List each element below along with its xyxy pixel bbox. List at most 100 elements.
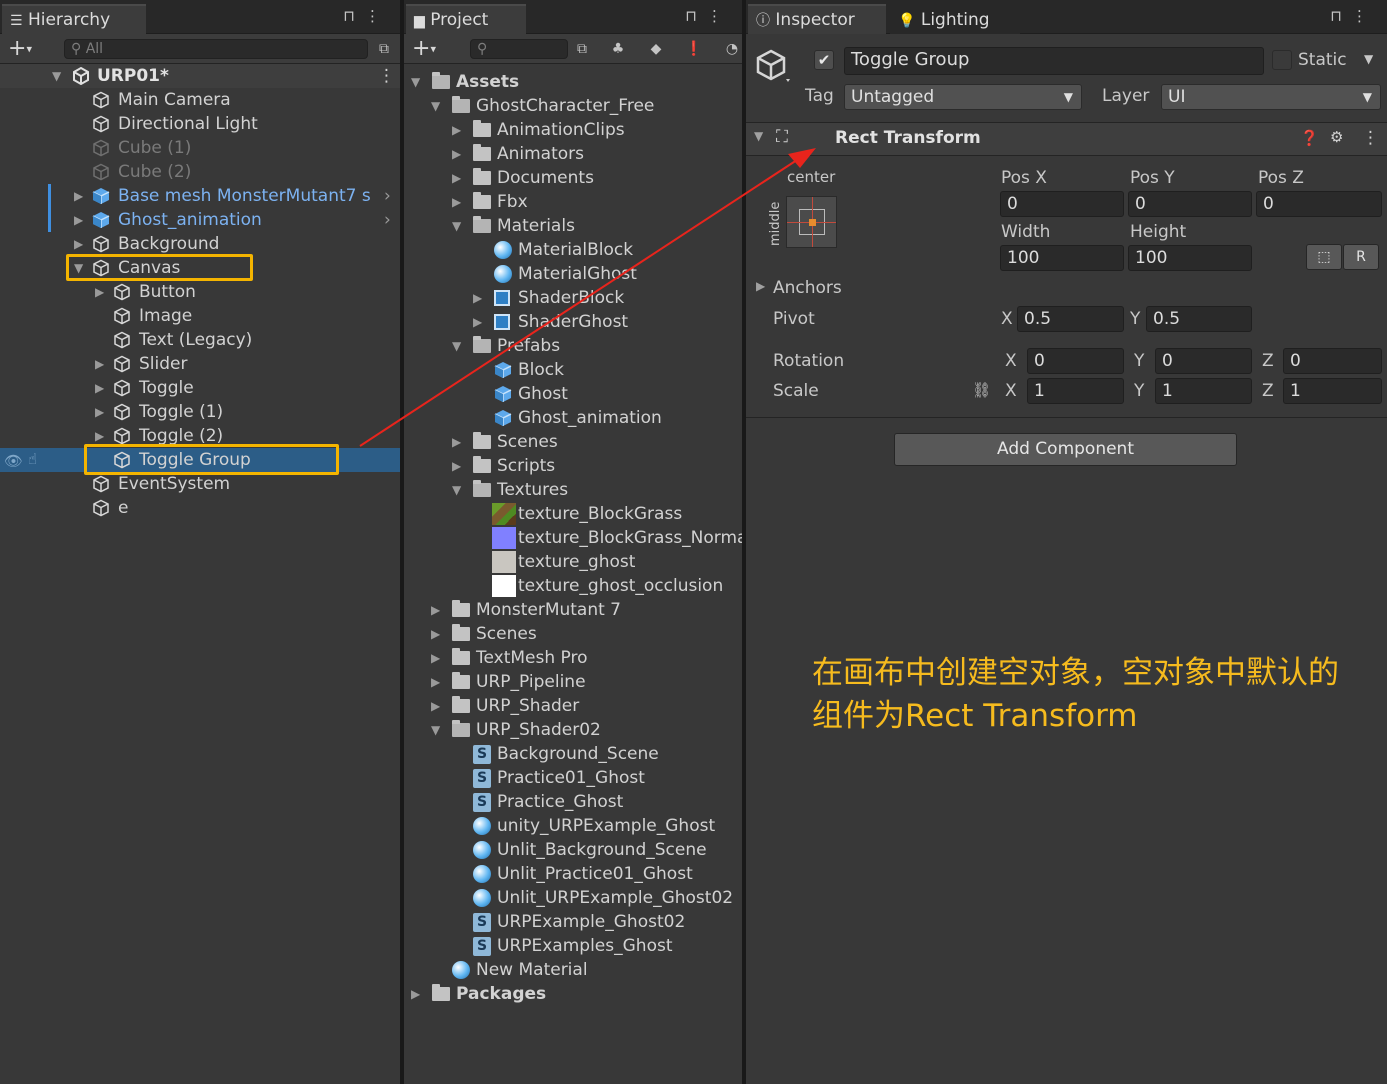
project-item[interactable]: ▼ Prefabs [404, 334, 742, 358]
anchor-preset-button[interactable] [786, 196, 837, 248]
pivot-x-field[interactable]: 0.5 [1017, 306, 1124, 332]
collapse-arrow-icon[interactable]: ▶ [452, 166, 461, 190]
component-menu-icon[interactable]: ⋮ [1362, 128, 1379, 148]
presets-icon[interactable]: ⚙ [1330, 128, 1343, 146]
collapse-arrow-icon[interactable]: ▶ [473, 310, 482, 334]
project-item[interactable]: S Practice01_Ghost [404, 766, 742, 790]
project-item[interactable]: ▼ URP_Shader02 [404, 718, 742, 742]
project-item[interactable]: ▼ Assets [404, 70, 742, 94]
pivot-y-field[interactable]: 0.5 [1146, 306, 1252, 332]
project-item[interactable]: ▶ URP_Pipeline [404, 670, 742, 694]
project-item[interactable]: ▶ Scenes [404, 622, 742, 646]
anchors-expand-icon[interactable]: ▶ [756, 279, 765, 293]
filter-label-icon[interactable]: ◆ [644, 38, 668, 60]
raw-edit-button[interactable]: R [1343, 244, 1379, 270]
active-checkbox[interactable]: ✔ [814, 50, 834, 70]
project-search-input[interactable]: ⚲ [470, 39, 568, 59]
hierarchy-item[interactable]: Directional Light [0, 112, 400, 136]
hierarchy-item[interactable]: ▶ Button [0, 280, 400, 304]
project-item[interactable]: ▶ MonsterMutant 7 [404, 598, 742, 622]
expand-arrow-icon[interactable]: ▼ [452, 478, 461, 502]
tab-hierarchy[interactable]: ☰ Hierarchy [2, 4, 146, 34]
project-item[interactable]: MaterialBlock [404, 238, 742, 262]
static-checkbox[interactable] [1272, 50, 1292, 70]
hierarchy-item[interactable]: ▶ Base mesh MonsterMutant7 s › [0, 184, 400, 208]
scale-y-field[interactable]: 1 [1155, 378, 1252, 404]
rotation-y-field[interactable]: 0 [1155, 348, 1252, 374]
project-item[interactable]: ▶ Scenes [404, 430, 742, 454]
blueprint-mode-button[interactable]: ⬚ [1306, 244, 1342, 270]
project-item[interactable]: ▶ ShaderBlock [404, 286, 742, 310]
hierarchy-item[interactable]: Cube (1) [0, 136, 400, 160]
collapse-arrow-icon[interactable]: ▶ [431, 646, 440, 670]
collapse-arrow-icon[interactable]: ▶ [431, 694, 440, 718]
hidden-packages-icon[interactable]: ◔ [720, 38, 742, 60]
hierarchy-item[interactable]: Image [0, 304, 400, 328]
project-item[interactable]: New Material [404, 958, 742, 982]
project-item[interactable]: S URPExamples_Ghost [404, 934, 742, 958]
hierarchy-item[interactable]: ▶ Toggle (1) [0, 400, 400, 424]
project-item[interactable]: Unlit_Background_Scene [404, 838, 742, 862]
hierarchy-item[interactable]: ▶ Slider [0, 352, 400, 376]
project-item[interactable]: Unlit_Practice01_Ghost [404, 862, 742, 886]
project-item[interactable]: texture_BlockGrass_Norma [404, 526, 742, 550]
static-dropdown-icon[interactable]: ▼ [1364, 52, 1373, 66]
project-item[interactable]: ▼ Materials [404, 214, 742, 238]
project-item[interactable]: texture_ghost_occlusion [404, 574, 742, 598]
anchors-label[interactable]: Anchors [773, 278, 842, 298]
rotation-z-field[interactable]: 0 [1283, 348, 1382, 374]
tag-dropdown[interactable]: Untagged ▼ [844, 84, 1082, 110]
open-prefab-chevron-icon[interactable]: › [384, 184, 391, 208]
tab-project[interactable]: ▆ Project [406, 4, 526, 34]
layer-dropdown[interactable]: UI ▼ [1161, 84, 1381, 110]
project-item[interactable]: MaterialGhost [404, 262, 742, 286]
search-window-icon[interactable]: ⧉ [570, 38, 594, 60]
kebab-menu-icon[interactable]: ⋮ [365, 7, 390, 25]
create-button[interactable]: +▾ [8, 36, 32, 61]
posx-field[interactable]: 0 [1000, 191, 1124, 217]
hierarchy-item[interactable]: ▶ Background [0, 232, 400, 256]
collapse-arrow-icon[interactable]: ▶ [95, 352, 104, 376]
collapse-arrow-icon[interactable]: ▶ [95, 400, 104, 424]
collapse-arrow-icon[interactable]: ▶ [431, 622, 440, 646]
rect-transform-header[interactable]: ▼ ⛶ Rect Transform ❓ ⚙ ⋮ [746, 123, 1387, 155]
scale-x-field[interactable]: 1 [1027, 378, 1124, 404]
scene-row[interactable]: ▼ URP01* ⋮ [0, 64, 400, 88]
project-tab-icons[interactable]: ⊓⋮ [685, 7, 732, 25]
project-item[interactable]: ▼ GhostCharacter_Free [404, 94, 742, 118]
collapse-arrow-icon[interactable]: ▶ [452, 190, 461, 214]
project-item[interactable]: ▶ ShaderGhost [404, 310, 742, 334]
project-item[interactable]: texture_ghost [404, 550, 742, 574]
warning-icon[interactable]: ❗ [682, 38, 706, 60]
expand-arrow-icon[interactable]: ▼ [52, 64, 61, 88]
height-field[interactable]: 100 [1128, 245, 1252, 271]
collapse-arrow-icon[interactable]: ▶ [74, 232, 83, 256]
filter-type-icon[interactable]: ♣ [606, 38, 630, 60]
collapse-arrow-icon[interactable]: ▶ [473, 286, 482, 310]
collapse-arrow-icon[interactable]: ▶ [452, 454, 461, 478]
project-item[interactable]: Block [404, 358, 742, 382]
project-item[interactable]: ▶ Animators [404, 142, 742, 166]
create-asset-button[interactable]: +▾ [412, 36, 436, 61]
project-item[interactable]: Unlit_URPExample_Ghost02 [404, 886, 742, 910]
kebab-menu-icon[interactable]: ⋮ [707, 7, 732, 25]
kebab-menu-icon[interactable]: ⋮ [1352, 7, 1377, 25]
collapse-arrow-icon[interactable]: ▶ [95, 280, 104, 304]
scale-z-field[interactable]: 1 [1283, 378, 1382, 404]
tab-lighting[interactable]: 💡 Lighting [890, 4, 1020, 34]
tab-inspector[interactable]: ⓘ Inspector [748, 4, 886, 34]
project-item[interactable]: ▶ TextMesh Pro [404, 646, 742, 670]
collapse-arrow-icon[interactable]: ▶ [452, 430, 461, 454]
collapse-arrow-icon[interactable]: ▶ [74, 184, 83, 208]
rotation-x-field[interactable]: 0 [1027, 348, 1124, 374]
collapse-arrow-icon[interactable]: ▼ [754, 129, 763, 143]
lock-icon[interactable]: ⊓ [1330, 7, 1352, 25]
expand-arrow-icon[interactable]: ▼ [411, 70, 420, 94]
project-item[interactable]: texture_BlockGrass [404, 502, 742, 526]
scene-menu-icon[interactable]: ⋮ [378, 64, 395, 88]
project-item[interactable]: S URPExample_Ghost02 [404, 910, 742, 934]
collapse-arrow-icon[interactable]: ▶ [95, 376, 104, 400]
collapse-arrow-icon[interactable]: ▶ [411, 982, 420, 1006]
project-item[interactable]: S Background_Scene [404, 742, 742, 766]
lock-icon[interactable]: ⊓ [343, 7, 365, 25]
